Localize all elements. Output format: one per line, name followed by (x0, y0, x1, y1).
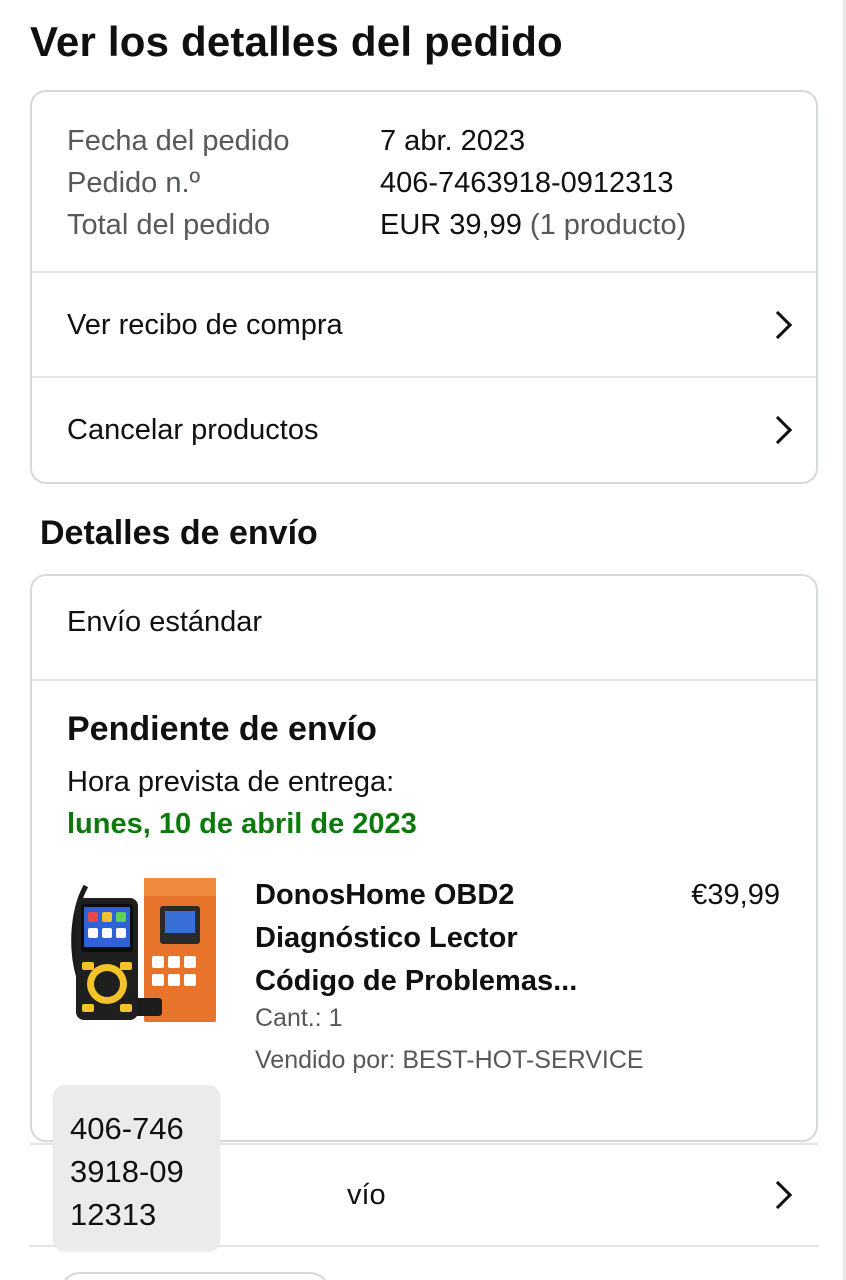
shipment-status: Pendiente de envío (67, 710, 377, 748)
product-title-link[interactable]: DonosHome OBD2 Diagnóstico Lector Código… (255, 874, 645, 1003)
eta-label: Hora prevista de entrega: (67, 766, 395, 798)
chevron-right-icon (763, 415, 793, 445)
product-title-line: Código de Problemas... (255, 965, 578, 997)
tooltip-line: 12313 (70, 1197, 157, 1232)
order-total-value: EUR 39,99 (1 producto) (380, 204, 686, 246)
order-number-label: Pedido n.º (67, 167, 201, 199)
order-date-row: Fecha del pedido 7 abr. 2023 (67, 120, 686, 162)
order-total-amount: EUR 39,99 (380, 209, 522, 241)
view-receipt-label: Ver recibo de compra (67, 308, 343, 341)
cancel-products-label: Cancelar productos (67, 413, 319, 446)
product-seller[interactable]: Vendido por: BEST-HOT-SERVICE (255, 1046, 644, 1075)
shipping-method: Envío estándar (67, 606, 263, 638)
order-date-label: Fecha del pedido (67, 125, 290, 157)
cancel-products-button[interactable]: Cancelar productos (32, 378, 816, 482)
tooltip-line: 406-746 (70, 1111, 184, 1146)
bottom-button-partial[interactable] (60, 1272, 330, 1280)
shipment-card: Envío estándar Pendiente de envío Hora p… (30, 574, 818, 1142)
order-summary-card: Fecha del pedido 7 abr. 2023 Pedido n.º … (30, 90, 818, 484)
obd2-scanner-product-image[interactable] (68, 876, 218, 1026)
tooltip-line: 3918-09 (70, 1154, 184, 1189)
page-title: Ver los detalles del pedido (30, 18, 563, 65)
chevron-right-icon (763, 310, 793, 340)
order-number-value[interactable]: 406-7463918-0912313 (380, 162, 674, 204)
shipping-section-title: Detalles de envío (40, 514, 318, 552)
order-total-label: Total del pedido (67, 209, 271, 241)
order-total-row: Total del pedido EUR 39,99 (1 producto) (67, 204, 686, 246)
product-image-icon (71, 878, 216, 1022)
eta-date: lunes, 10 de abril de 2023 (67, 808, 417, 840)
product-price: €39,99 (691, 879, 780, 911)
chevron-right-icon (763, 1180, 793, 1210)
product-title-line: Diagnóstico Lector (255, 922, 518, 954)
order-summary-grid: Fecha del pedido 7 abr. 2023 Pedido n.º … (67, 120, 686, 246)
divider (32, 679, 816, 681)
product-title-line: DonosHome OBD2 (255, 879, 515, 911)
track-shipment-label-visible: vío (347, 1179, 386, 1211)
copied-order-number-tooltip: 406-746 3918-09 12313 (53, 1085, 220, 1251)
view-receipt-button[interactable]: Ver recibo de compra (32, 273, 816, 377)
product-quantity: Cant.: 1 (255, 1004, 343, 1032)
order-date-value: 7 abr. 2023 (380, 125, 526, 157)
order-number-row: Pedido n.º 406-7463918-0912313 (67, 162, 686, 204)
order-total-items: (1 producto) (529, 209, 687, 241)
